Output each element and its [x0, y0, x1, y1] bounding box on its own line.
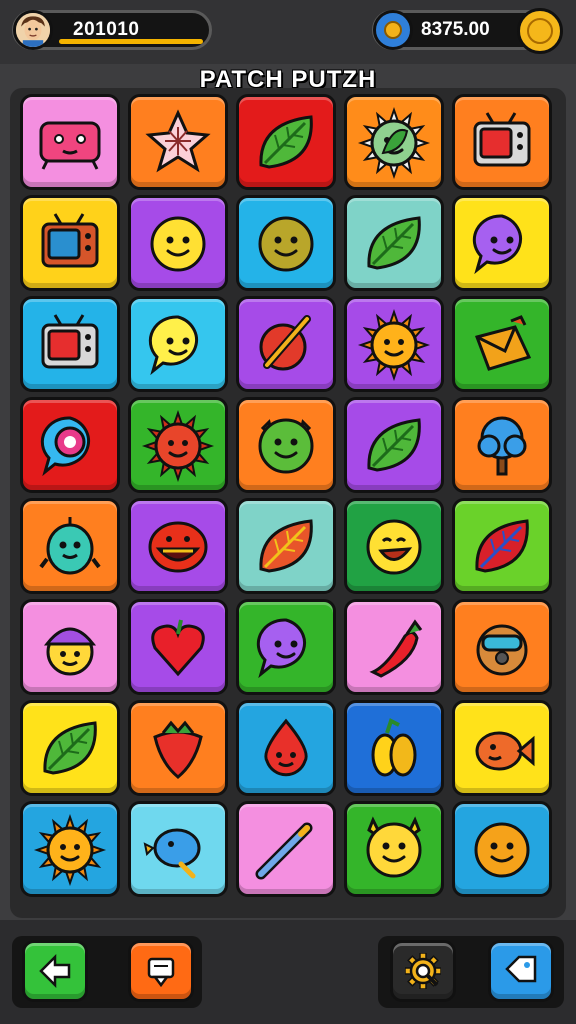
- sun-face-icon: [33, 813, 107, 886]
- sun-leaf-badge-icon: [357, 106, 431, 179]
- tile-r2-c3[interactable]: [344, 296, 444, 392]
- purple-bubble-face-icon: [256, 618, 307, 679]
- tile-r3-c3[interactable]: [344, 397, 444, 493]
- red-sun-face-icon: [141, 409, 215, 482]
- menu-button[interactable]: [128, 940, 194, 1002]
- tile-r4-c1[interactable]: [128, 498, 228, 594]
- radio-box-icon: [41, 213, 99, 268]
- star-flower-icon: [145, 109, 211, 173]
- eye-bubble-icon: [40, 416, 91, 477]
- tile-r1-c0[interactable]: [20, 195, 120, 291]
- purple-bubble-face-icon: [472, 214, 523, 275]
- tile-r6-c3[interactable]: [344, 700, 444, 796]
- tile-r0-c2[interactable]: [236, 94, 336, 190]
- laughing-smiley-icon: [366, 519, 422, 575]
- tile-r3-c2[interactable]: [236, 397, 336, 493]
- yellow-smiley-icon: [150, 216, 206, 272]
- coin-balance: 8375.00: [421, 19, 490, 40]
- tile-r2-c1[interactable]: [128, 296, 228, 392]
- score-panel: 201010: [12, 10, 212, 50]
- red-mouth-face-icon: [148, 521, 208, 573]
- tv-screen-icon: [41, 314, 99, 369]
- tile-r0-c0[interactable]: [20, 94, 120, 190]
- tile-r1-c3[interactable]: [344, 195, 444, 291]
- tile-r0-c4[interactable]: [452, 94, 552, 190]
- robot-head-icon: [476, 624, 528, 676]
- paintbrush-icon: [259, 315, 311, 371]
- tag-button[interactable]: [488, 940, 554, 1002]
- tile-r4-c2[interactable]: [236, 498, 336, 594]
- tile-r5-c2[interactable]: [236, 599, 336, 695]
- tile-r0-c1[interactable]: [128, 94, 228, 190]
- tile-r4-c0[interactable]: [20, 498, 120, 594]
- settings-button[interactable]: [390, 940, 456, 1002]
- cat-face-icon: [366, 816, 422, 878]
- blue-tree-icon: [477, 416, 527, 476]
- tile-r5-c4[interactable]: [452, 599, 552, 695]
- coin-panel: 8375.00: [372, 8, 563, 54]
- tile-r7-c3[interactable]: [344, 801, 444, 897]
- avatar[interactable]: [13, 10, 53, 50]
- back-button[interactable]: [22, 940, 88, 1002]
- tile-r1-c1[interactable]: [128, 195, 228, 291]
- teal-creature-icon: [39, 517, 101, 575]
- yellow-squash-icon: [371, 718, 417, 777]
- tile-r0-c3[interactable]: [344, 94, 444, 190]
- tile-r2-c4[interactable]: [452, 296, 552, 392]
- chili-pepper-icon: [369, 619, 423, 678]
- tile-r2-c0[interactable]: [20, 296, 120, 392]
- tile-r1-c2[interactable]: [236, 195, 336, 291]
- hat-face-icon: [43, 627, 97, 676]
- green-cat-face-icon: [258, 418, 314, 474]
- tile-r4-c4[interactable]: [452, 498, 552, 594]
- leaf-icon: [43, 721, 97, 775]
- orange-smiley-icon: [474, 822, 530, 878]
- tile-r5-c1[interactable]: [128, 599, 228, 695]
- tile-r7-c0[interactable]: [20, 801, 120, 897]
- red-drop-face-icon: [264, 718, 308, 777]
- back-arrow-icon: [39, 953, 71, 989]
- tile-r6-c1[interactable]: [128, 700, 228, 796]
- gold-coin-icon[interactable]: [517, 8, 563, 54]
- tile-r6-c2[interactable]: [236, 700, 336, 796]
- tile-r3-c0[interactable]: [20, 397, 120, 493]
- gear-magnifier-icon: [405, 953, 441, 989]
- olive-smiley-icon: [258, 216, 314, 272]
- tv-screen-icon: [473, 112, 531, 167]
- leaf-icon: [259, 115, 313, 169]
- tile-r3-c1[interactable]: [128, 397, 228, 493]
- yellow-bubble-face-icon: [148, 315, 199, 376]
- autumn-leaf-icon: [259, 519, 313, 573]
- leaf-icon: [367, 216, 421, 270]
- tile-r6-c0[interactable]: [20, 700, 120, 796]
- tile-r6-c4[interactable]: [452, 700, 552, 796]
- game-board: [10, 88, 566, 918]
- tile-r5-c0[interactable]: [20, 599, 120, 695]
- tile-r7-c2[interactable]: [236, 801, 336, 897]
- apple-heart-icon: [151, 619, 205, 677]
- coin-add-icon[interactable]: [373, 10, 413, 50]
- tile-r7-c4[interactable]: [452, 801, 552, 897]
- fish-face-icon: [475, 731, 535, 771]
- tile-r1-c4[interactable]: [452, 195, 552, 291]
- pink-box-creature-icon: [39, 121, 101, 170]
- score-progress-bar: [59, 39, 203, 44]
- tile-r5-c3[interactable]: [344, 599, 444, 695]
- tile-r4-c3[interactable]: [344, 498, 444, 594]
- avatar-face-icon: [16, 13, 50, 47]
- tile-r2-c2[interactable]: [236, 296, 336, 392]
- tile-r3-c4[interactable]: [452, 397, 552, 493]
- blue-bird-icon: [143, 828, 201, 879]
- scroll-menu-icon: [147, 957, 175, 988]
- pencil-icon: [255, 822, 313, 880]
- leaf-icon: [367, 418, 421, 472]
- sun-face-icon: [357, 308, 431, 381]
- envelope-icon: [475, 315, 532, 371]
- strawberry-icon: [153, 720, 203, 779]
- tile-r7-c1[interactable]: [128, 801, 228, 897]
- tag-icon: [505, 955, 537, 983]
- red-leaf-icon: [475, 519, 529, 573]
